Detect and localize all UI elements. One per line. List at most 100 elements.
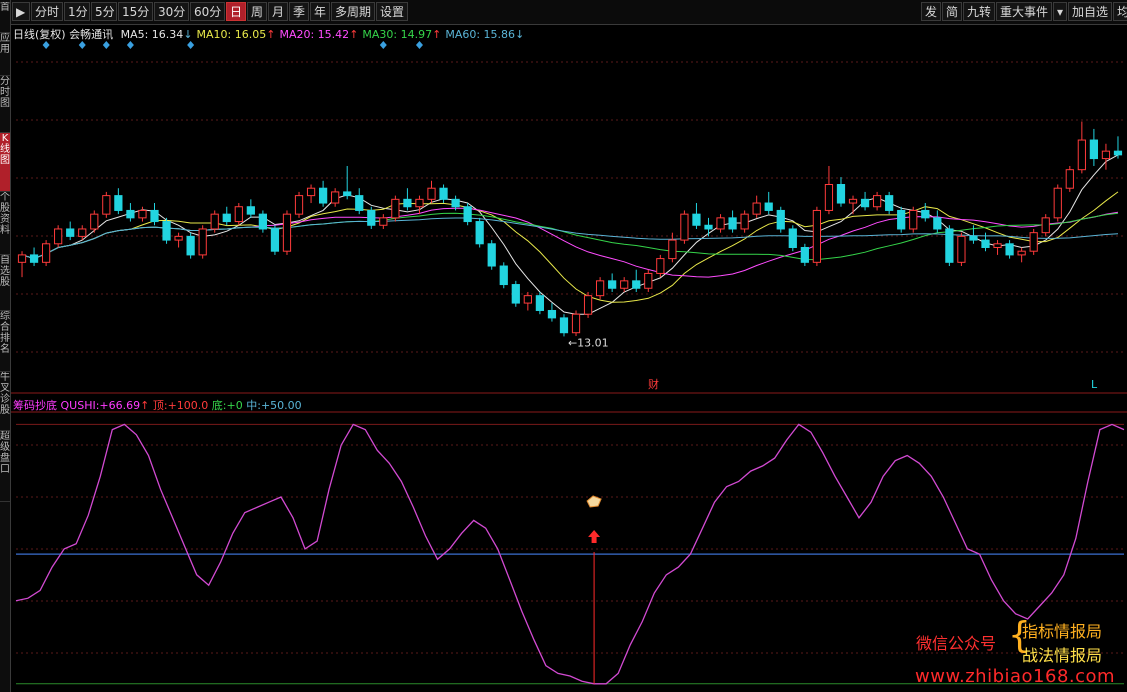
signal-gem-icon: [586, 495, 602, 508]
candle-body: [680, 213, 689, 241]
signal-diamond-1: [78, 41, 86, 49]
watermark-url: www.zhibiao168.com: [915, 666, 1116, 687]
candle-body: [848, 198, 858, 204]
watermark-brand-2: 战法情报局: [1022, 646, 1103, 665]
candle-body: [704, 224, 713, 230]
candle-body: [921, 209, 930, 219]
signal-diamond-3: [126, 41, 134, 49]
candle-body: [318, 187, 328, 204]
candle-body: [331, 191, 340, 204]
candle-body: [234, 206, 243, 223]
candle-body: [668, 239, 677, 260]
candle-body: [282, 213, 292, 252]
candle-body: [559, 317, 569, 334]
candle-body: [595, 280, 605, 297]
candle-body: [776, 209, 785, 230]
candle-body: [306, 187, 316, 197]
ma-line-ma60: [21, 217, 1119, 260]
candle-body: [644, 272, 653, 289]
candle-body: [1101, 150, 1111, 160]
signal-diamond-2: [102, 41, 110, 49]
candle-body: [800, 246, 809, 263]
ma-line-ma20: [21, 207, 1119, 278]
candle-body: [343, 191, 352, 197]
finance-marker: 财: [648, 377, 659, 391]
candle-body: [463, 206, 472, 223]
candle-body: [391, 198, 400, 219]
candle-body: [788, 228, 797, 248]
chart-canvas[interactable]: ←13.01 财 L: [0, 0, 1127, 692]
candle-body: [812, 209, 822, 263]
candle-body: [499, 265, 508, 286]
candle-body: [17, 254, 27, 263]
candle-body: [54, 228, 63, 245]
watermark-brand-1: 指标情报局: [1022, 622, 1103, 641]
candle-body: [547, 309, 557, 319]
candle-body: [860, 198, 870, 208]
candle-body: [126, 209, 135, 219]
candle-body: [41, 243, 51, 263]
candle-body: [945, 228, 954, 263]
candle-body: [162, 221, 171, 241]
candle-body: [78, 228, 87, 237]
candle-body: [379, 217, 388, 226]
candle-body: [1041, 217, 1050, 234]
candle-body: [102, 195, 111, 215]
signal-diamond-4: [187, 41, 195, 49]
candle-body: [933, 217, 942, 230]
candle-body: [824, 184, 834, 211]
candle-body: [270, 228, 280, 252]
candle-body: [716, 217, 725, 230]
candle-body: [740, 213, 749, 230]
candle-body: [957, 235, 966, 263]
candle-body: [451, 198, 460, 208]
candle-body: [246, 206, 255, 215]
candle-body: [210, 213, 219, 230]
candle-body: [186, 235, 195, 256]
candle-body: [475, 221, 484, 245]
low-price-label: ←13.01: [568, 336, 609, 349]
candle-body: [1005, 243, 1014, 256]
candle-body: [1017, 250, 1026, 256]
candle-body: [114, 195, 123, 211]
signal-diamond-5: [379, 41, 387, 49]
signal-diamond-6: [415, 41, 423, 49]
candle-body: [66, 228, 75, 237]
watermark-wechat: 微信公众号: [916, 634, 997, 653]
candle-body: [728, 217, 737, 230]
candle-body: [258, 213, 268, 230]
candle-body: [764, 202, 773, 211]
candle-body: [174, 235, 183, 241]
candle-body: [1113, 150, 1123, 156]
candle-body: [608, 280, 617, 289]
candle-body: [752, 202, 761, 215]
ma-line-ma10: [21, 191, 1119, 303]
candle-body: [632, 280, 641, 289]
candle-body: [897, 209, 906, 230]
candle-body: [439, 187, 448, 200]
candle-body: [294, 195, 304, 215]
candle-body: [656, 258, 665, 274]
candle-body: [90, 213, 99, 230]
candle-body: [620, 280, 629, 289]
candle-body: [981, 239, 990, 248]
candle-body: [1089, 139, 1099, 160]
candle-body: [535, 295, 545, 311]
candle-body: [1053, 187, 1062, 219]
candle-body: [836, 184, 846, 204]
candle-body: [969, 235, 978, 241]
candle-body: [138, 209, 147, 219]
candle-body: [355, 195, 364, 211]
candle-body: [909, 209, 918, 230]
candle-body: [511, 284, 520, 304]
candle-body: [1065, 169, 1074, 189]
candle-body: [523, 295, 532, 304]
candle-body: [487, 243, 496, 267]
candle-body: [692, 213, 701, 226]
candle-body: [415, 198, 424, 208]
candle-body: [29, 254, 39, 263]
candle-body: [198, 228, 207, 256]
candle-body: [403, 198, 412, 208]
l-marker: L: [1091, 378, 1098, 391]
candle-body: [872, 195, 882, 208]
